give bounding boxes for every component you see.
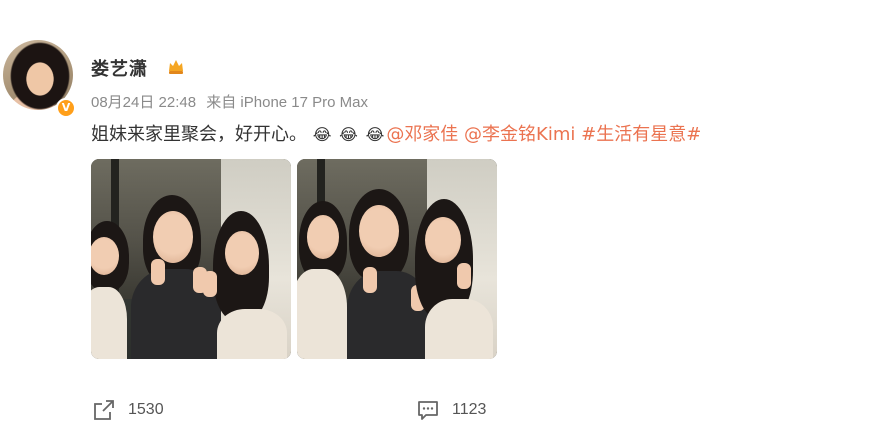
post-source: 来自 iPhone 17 Pro Max	[206, 94, 368, 111]
laugh-cry-emoji-icon: 😂	[339, 125, 358, 144]
verified-badge-icon: V	[56, 98, 76, 118]
laugh-cry-emoji-icon: 😂	[312, 125, 332, 144]
post-photo-2[interactable]	[297, 159, 497, 359]
laugh-cry-emoji-icon: 😂	[365, 125, 385, 144]
share-count: 1530	[128, 401, 164, 418]
hashtag-link[interactable]: #生活有星意#	[581, 124, 701, 145]
post-timestamp[interactable]: 08月24日 22:48	[91, 94, 196, 111]
comment-button[interactable]: 1123	[416, 398, 486, 422]
mention-deng-jiajia[interactable]: @邓家佳	[386, 124, 458, 145]
post-photo-1[interactable]	[91, 159, 291, 359]
post-text: 姐妹来家里聚会，好开心。 😂 😂 😂 @邓家佳 @李金铭Kimi #生活有星意#	[91, 120, 701, 146]
username[interactable]: 娄艺潇	[91, 55, 148, 81]
mention-li-jinming[interactable]: @李金铭Kimi	[464, 124, 575, 145]
share-icon	[94, 400, 114, 420]
comment-count: 1123	[452, 401, 487, 418]
weibo-post: V 娄艺潇 08月24日 22:48 来自 iPhone 17 Pro Max …	[0, 0, 876, 434]
avatar-container[interactable]: V	[0, 36, 76, 118]
post-body: 姐妹来家里聚会，好开心。	[91, 124, 307, 145]
share-button[interactable]: 1530	[92, 398, 164, 422]
comment-icon	[418, 401, 438, 420]
fire-crown-icon	[166, 56, 186, 76]
post-meta: 08月24日 22:48 来自 iPhone 17 Pro Max	[91, 91, 368, 112]
